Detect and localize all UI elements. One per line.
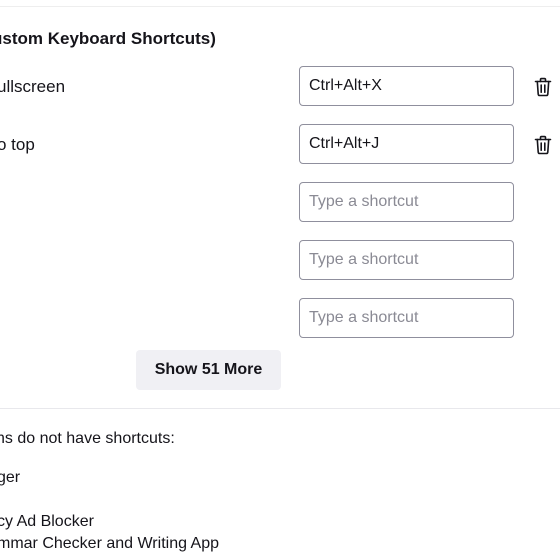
section-title: ustom Keyboard Shortcuts) [0, 29, 216, 48]
section-divider [0, 408, 560, 409]
shortcut-input-on-top[interactable] [299, 124, 514, 164]
no-shortcuts-note: ns do not have shortcuts: [0, 430, 175, 447]
extension-item: cy Ad Blocker [0, 513, 94, 530]
trash-icon [534, 135, 552, 155]
shortcut-label-fullscreen: ullscreen [0, 77, 66, 96]
shortcut-input-4[interactable] [299, 240, 514, 280]
remove-shortcut-button-on-top[interactable] [531, 133, 555, 157]
shortcut-input-5[interactable] [299, 298, 514, 338]
top-divider [0, 6, 560, 7]
remove-shortcut-button-fullscreen[interactable] [531, 75, 555, 99]
extension-item: ger [0, 469, 21, 486]
extension-item: mmar Checker and Writing App [0, 535, 220, 552]
show-more-button[interactable]: Show 51 More [136, 350, 281, 390]
trash-icon [534, 77, 552, 97]
shortcut-label-on-top: o top [0, 135, 35, 154]
shortcut-input-3[interactable] [299, 182, 514, 222]
shortcut-input-fullscreen[interactable] [299, 66, 514, 106]
